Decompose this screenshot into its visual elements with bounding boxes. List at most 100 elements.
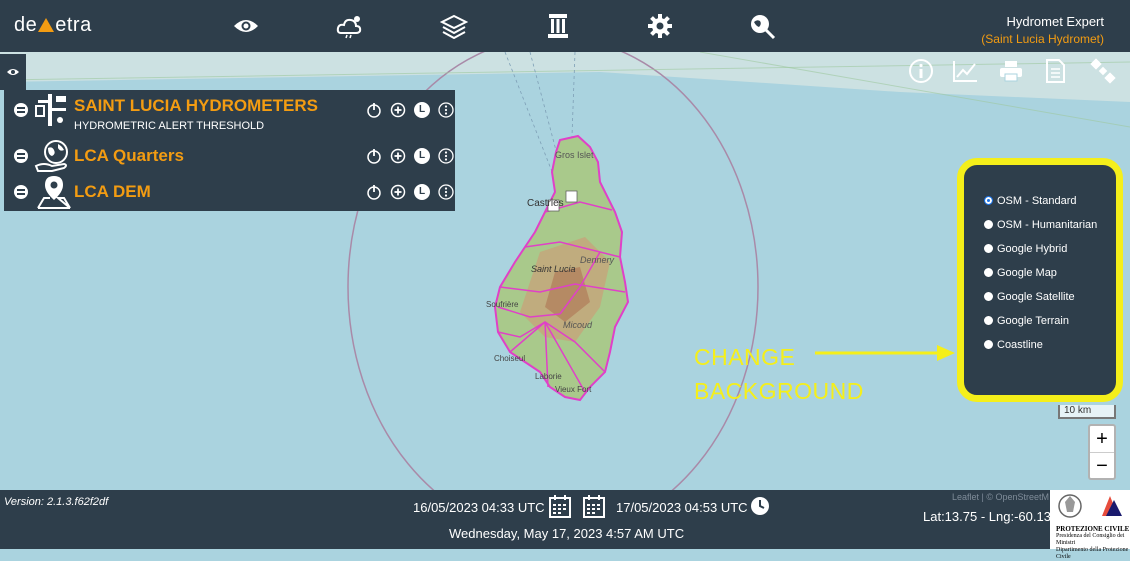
map-label: Dennery: [580, 255, 615, 265]
more-options-icon[interactable]: [438, 102, 454, 118]
clock-icon[interactable]: [750, 496, 770, 516]
weather-icon[interactable]: [334, 10, 366, 42]
layers-icon[interactable]: [438, 10, 470, 42]
zoom-out-button[interactable]: −: [1090, 453, 1114, 479]
layer-name: SAINT LUCIA HYDROMETERS: [74, 96, 318, 115]
top-bar: de etra Hydromet Expert (Saint Lucia Hydr…: [0, 0, 1130, 52]
legend-button[interactable]: L: [414, 102, 430, 118]
background-option-label: OSM - Humanitarian: [997, 219, 1098, 231]
layer-name: LCA DEM: [74, 182, 151, 201]
layer-name: LCA Quarters: [74, 146, 184, 165]
power-icon[interactable]: [366, 102, 382, 118]
map-label: Micoud: [563, 320, 593, 330]
layer-panel-toggle[interactable]: [0, 54, 26, 90]
background-option[interactable]: Google Map: [984, 267, 1057, 279]
radio-icon[interactable]: [984, 340, 993, 349]
annotation-line: BACKGROUND: [694, 378, 864, 404]
satellite-icon[interactable]: [1090, 58, 1116, 84]
protezione-sub: Dipartimento della Protezione Civile: [1056, 547, 1129, 560]
info-icon[interactable]: [908, 58, 934, 84]
map-label: Soufrière: [486, 300, 519, 309]
eye-icon: [7, 69, 19, 75]
drag-handle-icon[interactable]: [14, 185, 28, 199]
globe-search-icon[interactable]: [746, 10, 778, 42]
protezione-civile-logo: PROTEZIONE CIVILE Presidenza del Consigl…: [1050, 490, 1130, 560]
radio-icon[interactable]: [984, 268, 993, 277]
user-org: (Saint Lucia Hydromet): [981, 32, 1104, 46]
map-attribution[interactable]: Leaflet | © OpenStreetM: [952, 492, 1049, 502]
legend-button[interactable]: L: [414, 148, 430, 164]
globe-hand-icon: [34, 138, 74, 174]
power-icon[interactable]: [366, 148, 382, 164]
print-icon[interactable]: [998, 58, 1024, 84]
layer-panel: SAINT LUCIA HYDROMETERS HYDROMETRIC ALER…: [4, 90, 455, 211]
drag-handle-icon[interactable]: [14, 149, 28, 163]
protezione-text: PROTEZIONE CIVILE Presidenza del Consigl…: [1056, 526, 1130, 561]
more-options-icon[interactable]: [438, 148, 454, 164]
calendar-icon[interactable]: [549, 494, 571, 518]
background-option-label: Google Hybrid: [997, 243, 1068, 255]
background-option-label: Google Map: [997, 267, 1057, 279]
bottom-bar: Version: 2.1.3.f62f2df 16/05/2023 04:33 …: [0, 490, 1130, 549]
background-option[interactable]: Google Hybrid: [984, 243, 1067, 255]
version-label: Version: 2.1.3.f62f2df: [4, 496, 109, 508]
user-info[interactable]: Hydromet Expert (Saint Lucia Hydromet): [981, 14, 1104, 46]
background-option-label: Google Satellite: [997, 291, 1075, 303]
gear-icon[interactable]: [644, 10, 676, 42]
map-label: Saint Lucia: [531, 264, 576, 274]
power-icon[interactable]: [366, 184, 382, 200]
background-option-label: OSM - Standard: [997, 195, 1077, 207]
drag-handle-icon[interactable]: [14, 103, 28, 117]
zoom-control: + −: [1088, 424, 1116, 480]
background-option[interactable]: Google Satellite: [984, 291, 1075, 303]
logo-mark-icon: [38, 18, 55, 32]
background-option[interactable]: OSM - Standard: [984, 195, 1076, 207]
zoom-to-layer-icon[interactable]: [390, 148, 406, 164]
radio-icon[interactable]: [984, 244, 993, 253]
eye-icon[interactable]: [230, 10, 262, 42]
layer-subtitle: HYDROMETRIC ALERT THRESHOLD: [74, 120, 265, 132]
map-label: Vieux Fort: [555, 385, 592, 394]
document-icon[interactable]: [1042, 58, 1068, 84]
radio-icon[interactable]: [984, 292, 993, 301]
background-option-label: Google Terrain: [997, 315, 1069, 327]
more-options-icon[interactable]: [438, 184, 454, 200]
radio-icon[interactable]: [984, 316, 993, 325]
legend-button[interactable]: L: [414, 184, 430, 200]
user-name: Hydromet Expert: [1006, 14, 1104, 29]
background-option[interactable]: Google Terrain: [984, 315, 1069, 327]
zoom-to-layer-icon[interactable]: [390, 184, 406, 200]
archive-icon[interactable]: [542, 10, 574, 42]
layer-row[interactable]: SAINT LUCIA HYDROMETERS HYDROMETRIC ALER…: [4, 92, 455, 132]
calendar-icon[interactable]: [583, 494, 605, 518]
date-from[interactable]: 16/05/2023 04:33 UTC: [413, 500, 545, 515]
map-label: Gros Islet: [555, 150, 594, 160]
background-switcher: OSM - Standard OSM - Humanitarian Google…: [957, 158, 1123, 402]
logo-text-before: de: [14, 14, 38, 36]
cursor-coordinates: Lat:13.75 - Lng:-60.13: [923, 509, 1051, 524]
radio-icon[interactable]: [984, 220, 993, 229]
hydrometer-icon: [34, 92, 74, 128]
annotation-arrow-icon: [815, 345, 955, 361]
layer-row[interactable]: LCA DEM L: [4, 174, 455, 210]
app-logo[interactable]: de etra: [14, 14, 92, 37]
chart-icon[interactable]: [952, 58, 978, 84]
date-to[interactable]: 17/05/2023 04:53 UTC: [616, 500, 748, 515]
map-label: Choiseul: [494, 354, 526, 363]
protezione-title: PROTEZIONE CIVILE: [1056, 525, 1130, 533]
current-datetime: Wednesday, May 17, 2023 4:57 AM UTC: [449, 526, 685, 541]
emblem-icon: [1058, 494, 1122, 518]
zoom-to-layer-icon[interactable]: [390, 102, 406, 118]
map-label: Laborie: [535, 372, 562, 381]
layer-row[interactable]: LCA Quarters L: [4, 138, 455, 174]
background-option[interactable]: Coastline: [984, 339, 1043, 351]
scale-bar: 10 km: [1058, 405, 1116, 419]
radio-selected-icon[interactable]: [984, 196, 993, 205]
logo-text-after: etra: [55, 14, 92, 36]
map-pin-icon: [34, 174, 74, 210]
protezione-sub: Presidenza del Consiglio dei Ministri: [1056, 533, 1125, 546]
background-option-label: Coastline: [997, 339, 1043, 351]
background-option[interactable]: OSM - Humanitarian: [984, 219, 1097, 231]
map-label: Castries: [527, 198, 564, 209]
zoom-in-button[interactable]: +: [1090, 426, 1114, 453]
